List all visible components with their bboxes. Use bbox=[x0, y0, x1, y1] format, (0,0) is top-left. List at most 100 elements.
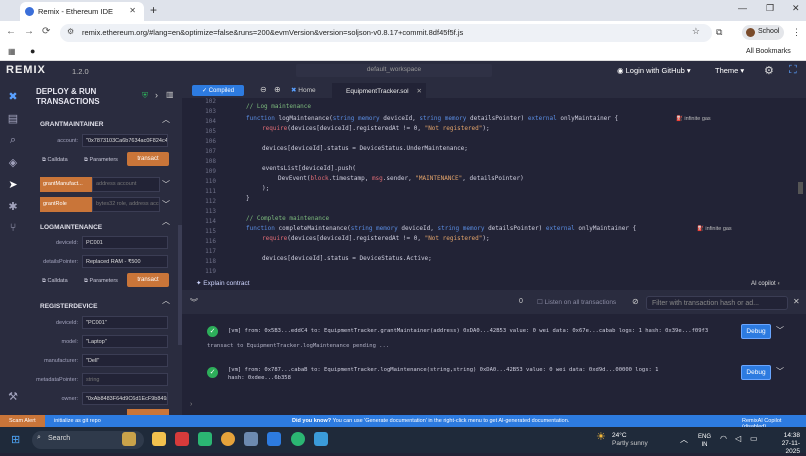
registerdevice-title: REGISTERDEVICE bbox=[40, 303, 98, 310]
compiled-badge[interactable]: ✓ Compiled bbox=[192, 85, 244, 96]
close-icon[interactable]: ✕ bbox=[416, 88, 421, 95]
code-line: devices[deviceId].status = DeviceStatus.… bbox=[262, 145, 468, 152]
deploy-run-icon[interactable]: ➤ bbox=[6, 178, 20, 192]
chevron-up-icon[interactable]: ︿ bbox=[162, 114, 170, 125]
file-tab-label: EquipmentTracker.sol bbox=[346, 88, 409, 95]
grantrole-button[interactable]: grantRole bbox=[40, 197, 92, 212]
workspace-name[interactable]: default_workspace bbox=[296, 64, 492, 77]
explain-contract-button[interactable]: ✦ Explain contract bbox=[196, 279, 250, 287]
github-icon: ◉ bbox=[617, 66, 626, 75]
app-icon[interactable] bbox=[314, 432, 328, 446]
transact-button[interactable]: transact bbox=[127, 273, 169, 287]
file-explorer-icon[interactable] bbox=[152, 432, 166, 446]
chevron-up-icon[interactable]: ︿ bbox=[162, 216, 170, 227]
weather-widget[interactable]: ☀ 24°C Partly sunny bbox=[596, 432, 648, 448]
battery-icon[interactable]: ▭ bbox=[750, 434, 758, 443]
menu-kebab-icon[interactable]: ⋮ bbox=[792, 27, 801, 38]
zoom-out-icon[interactable]: ⊖ bbox=[260, 85, 267, 94]
terminal-prompt[interactable]: › bbox=[190, 401, 192, 408]
tip-text: Did you know? You can use 'Generate docu… bbox=[292, 418, 569, 424]
tray-chevron-icon[interactable]: ︿ bbox=[680, 434, 688, 445]
chrome-icon[interactable] bbox=[221, 432, 235, 446]
metadatapointer-input[interactable]: string bbox=[82, 373, 168, 386]
url-field[interactable]: ⚙ remix.ethereum.org/#lang=en&optimize=f… bbox=[60, 24, 712, 42]
close-tab-icon[interactable]: ✕ bbox=[129, 6, 136, 15]
clock[interactable]: 14:38 27-11-2025 bbox=[772, 432, 800, 456]
account-input[interactable]: "0x7873103Ca6b7634ac0F824c42a bbox=[82, 134, 168, 147]
remix-home-icon[interactable]: ✖ bbox=[6, 90, 20, 104]
chevron-down-icon[interactable]: ﹀ bbox=[162, 179, 170, 190]
editor-scrollbar[interactable] bbox=[798, 182, 803, 194]
zoom-in-icon[interactable]: ⊕ bbox=[274, 85, 281, 94]
calldata-button[interactable]: ⧉ Calldata bbox=[42, 278, 68, 285]
tab-home[interactable]: ✖ Home bbox=[291, 86, 316, 94]
owner-input[interactable]: "0xAb8483F64d9C6d1EcF9b849Ae6 bbox=[82, 392, 168, 405]
github-login-button[interactable]: ◉ Login with GitHub ▾ bbox=[611, 63, 702, 78]
parameters-button[interactable]: ⧉ Parameters bbox=[84, 157, 118, 164]
all-bookmarks[interactable]: All Bookmarks bbox=[746, 48, 791, 55]
github-bookmark-icon[interactable]: ● bbox=[30, 46, 35, 56]
chevron-up-icon[interactable]: ︿ bbox=[162, 295, 170, 306]
compiler-icon[interactable]: ◈ bbox=[6, 156, 20, 170]
search-icon[interactable]: ⌕ bbox=[6, 134, 20, 148]
windows-start-icon[interactable]: ⊞ bbox=[11, 434, 23, 446]
chevron-down-icon[interactable]: ﹀ bbox=[776, 325, 784, 336]
close-icon[interactable]: ✕ bbox=[793, 297, 800, 306]
fullscreen-icon[interactable]: ⛶ bbox=[789, 64, 797, 77]
app-icon[interactable] bbox=[175, 432, 189, 446]
settings-gear-icon[interactable]: ⚙ bbox=[764, 64, 774, 77]
browser-tab[interactable]: Remix - Ethereum IDE ✕ bbox=[20, 2, 144, 21]
debug-button[interactable]: Debug bbox=[741, 324, 771, 339]
site-info-icon[interactable]: ⚙ bbox=[67, 27, 74, 36]
minimize-icon[interactable]: — bbox=[738, 3, 747, 13]
widget-icon[interactable] bbox=[122, 432, 136, 446]
settings-icon[interactable] bbox=[244, 432, 258, 446]
grantmanufacturer-button[interactable]: grantManufact... bbox=[40, 177, 92, 192]
grantmanufacturer-input[interactable]: address account bbox=[92, 177, 160, 192]
volume-icon[interactable]: ◁ bbox=[735, 434, 741, 443]
calldata-button[interactable]: ⧉ Calldata bbox=[42, 157, 68, 164]
extensions-icon[interactable]: ⧉ bbox=[716, 27, 722, 38]
new-tab-icon[interactable]: + bbox=[150, 3, 157, 17]
app-icon[interactable] bbox=[198, 432, 212, 446]
log-entry[interactable]: [vm] from: 0x787...cabaB to: EquipmentTr… bbox=[228, 366, 728, 374]
apps-grid-icon[interactable]: ▦ bbox=[8, 47, 16, 56]
collapse-terminal-icon[interactable]: ︾ bbox=[190, 297, 198, 308]
git-init-link[interactable]: initialize as git repo bbox=[54, 418, 101, 424]
model-input[interactable]: "Laptop" bbox=[82, 335, 168, 348]
deviceid-input[interactable]: "PC001" bbox=[82, 316, 168, 329]
chrome-active-icon[interactable] bbox=[291, 432, 305, 446]
close-window-icon[interactable]: ✕ bbox=[792, 3, 800, 14]
manufacturer-input[interactable]: "Dell" bbox=[82, 354, 168, 367]
log-entry[interactable]: [vm] from: 0x5B3...eddC4 to: EquipmentTr… bbox=[228, 327, 728, 335]
mail-icon[interactable] bbox=[267, 432, 281, 446]
chevron-down-icon[interactable]: ﹀ bbox=[776, 366, 784, 377]
maximize-icon[interactable]: ❐ bbox=[766, 3, 774, 14]
gas-estimate: ⛽ infinite gas bbox=[676, 116, 711, 122]
nav-buttons[interactable]: ←→⟳ bbox=[6, 26, 58, 37]
detailspointer-input[interactable]: Replaced RAM - ₹500 bbox=[82, 255, 168, 268]
panel-toggle-icon[interactable]: ▥ bbox=[166, 90, 174, 99]
profile-chip[interactable]: School bbox=[742, 25, 784, 40]
transaction-filter-input[interactable]: Filter with transaction hash or ad... bbox=[646, 296, 788, 310]
parameters-button[interactable]: ⧉ Parameters bbox=[84, 278, 118, 285]
file-explorer-icon[interactable]: ▤ bbox=[6, 112, 20, 126]
chevron-right-icon[interactable]: › bbox=[155, 90, 158, 100]
theme-dropdown[interactable]: Theme ▾ bbox=[715, 66, 744, 75]
grantrole-input[interactable]: bytes32 role, address accou bbox=[92, 197, 160, 212]
transact-button[interactable]: transact bbox=[127, 152, 169, 166]
debug-button[interactable]: Debug bbox=[741, 365, 771, 380]
ai-copilot-toggle[interactable]: AI copilot ◐ bbox=[751, 281, 781, 287]
listen-checkbox[interactable]: ☐ Listen on all transactions bbox=[537, 298, 616, 306]
language-indicator[interactable]: ENG IN bbox=[698, 433, 711, 449]
wifi-icon[interactable]: ◠ bbox=[720, 434, 727, 443]
bookmark-star-icon[interactable]: ☆ bbox=[692, 26, 700, 37]
clear-terminal-icon[interactable]: ⊘ bbox=[632, 297, 639, 306]
chevron-down-icon[interactable]: ﹀ bbox=[162, 199, 170, 210]
tab-equipmenttracker[interactable]: EquipmentTracker.sol ✕ bbox=[332, 83, 426, 98]
deviceid-input[interactable]: PC001 bbox=[82, 236, 168, 249]
git-icon[interactable]: ⑂ bbox=[6, 222, 20, 236]
plugin-manager-icon[interactable]: ⚒ bbox=[6, 390, 20, 404]
scam-alert[interactable]: Scam Alert bbox=[0, 415, 45, 427]
debugger-icon[interactable]: ✱ bbox=[6, 200, 20, 214]
